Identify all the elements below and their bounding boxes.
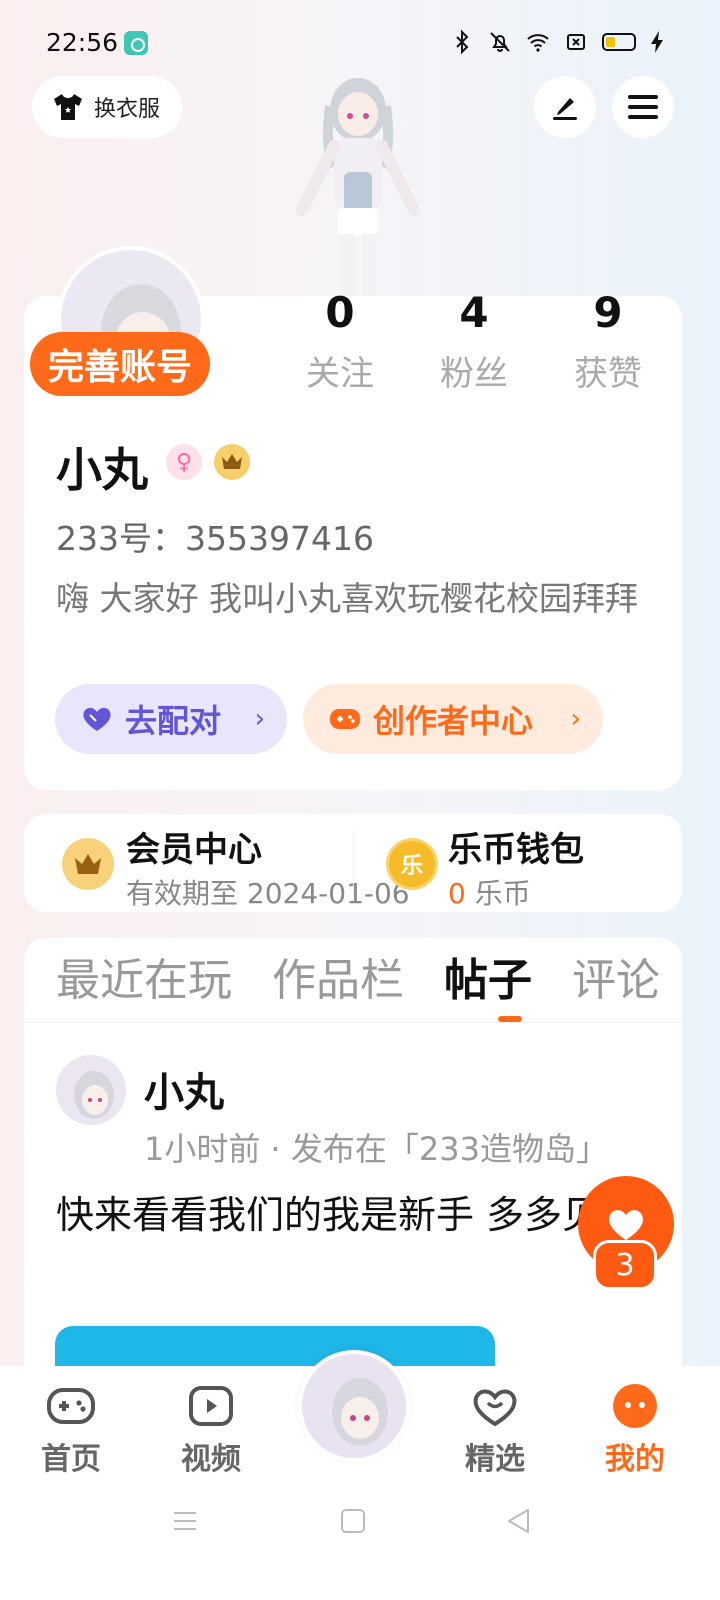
- go-match-label: 去配对: [125, 702, 222, 740]
- gamepad-icon: [45, 1380, 97, 1432]
- charging-icon: [651, 31, 663, 53]
- mute-icon: [490, 32, 510, 52]
- member-expiry: 有效期至 2024-01-06: [126, 877, 410, 910]
- account-id: 233号：355397416: [56, 519, 374, 558]
- likes-count: 9: [593, 288, 623, 337]
- nav-video-label: 视频: [181, 1442, 241, 1477]
- following-label: 关注: [306, 354, 374, 394]
- video-play-icon: [185, 1380, 237, 1432]
- avatar-portrait-image: [332, 1378, 388, 1446]
- app-notification-icon: [124, 31, 148, 55]
- heart-icon: [83, 707, 111, 731]
- following-count: 0: [325, 288, 355, 337]
- status-time: 22:56: [46, 28, 119, 57]
- creator-center-label: 创作者中心: [373, 702, 534, 740]
- followers-stat[interactable]: 4 粉丝: [414, 288, 534, 395]
- profile-tabs: 最近在玩 作品栏 帖子 评论: [56, 948, 682, 1018]
- heart-chat-icon: [469, 1380, 521, 1432]
- chevron-right-icon: ›: [570, 704, 581, 734]
- wallet-balance-value: 0: [448, 877, 466, 910]
- nav-home-label: 首页: [41, 1442, 101, 1477]
- complete-account-button[interactable]: 完善账号: [30, 332, 211, 396]
- likes-stat[interactable]: 9 获赞: [548, 288, 668, 395]
- wifi-icon: [527, 34, 549, 52]
- battery-icon: [602, 33, 636, 51]
- avatar-character-figure[interactable]: [278, 76, 438, 296]
- chevron-right-icon: ›: [254, 704, 265, 734]
- wallet-title[interactable]: 乐币钱包: [448, 822, 584, 871]
- post-author-avatar[interactable]: [56, 1055, 126, 1125]
- following-stat[interactable]: 0 关注: [280, 288, 400, 395]
- center-avatar-button[interactable]: [298, 1350, 410, 1462]
- username: 小丸: [56, 443, 148, 497]
- tab-works[interactable]: 作品栏: [272, 948, 404, 1018]
- system-home-icon[interactable]: [340, 1508, 366, 1534]
- divider: [353, 830, 354, 896]
- bio-text: 嗨 大家好 我叫小丸喜欢玩樱花校园拜拜: [56, 579, 638, 618]
- system-menu-icon[interactable]: [172, 1508, 198, 1534]
- edit-profile-button[interactable]: [534, 76, 596, 138]
- nav-home[interactable]: 首页: [26, 1380, 116, 1478]
- like-count-badge: 3: [593, 1240, 657, 1290]
- creator-center-button[interactable]: 创作者中心 ›: [303, 684, 603, 754]
- menu-button[interactable]: [612, 76, 674, 138]
- wallet-unit: 乐币: [474, 877, 531, 910]
- female-gender-icon: ♀: [166, 444, 202, 480]
- face-icon: [609, 1380, 661, 1432]
- post-author-name[interactable]: 小丸: [144, 1060, 224, 1118]
- tab-recently-played[interactable]: 最近在玩: [56, 948, 232, 1018]
- sim-icon: [567, 34, 585, 50]
- tshirt-icon: [54, 94, 82, 120]
- heart-icon: [609, 1210, 643, 1240]
- post-meta: 1小时前 · 发布在「233造物岛」: [144, 1130, 608, 1168]
- nav-me[interactable]: 我的: [590, 1380, 680, 1478]
- post-text[interactable]: 快来看看我们的我是新手 多多见谅: [56, 1188, 656, 1242]
- change-outfit-button[interactable]: 换衣服: [32, 76, 183, 138]
- followers-label: 粉丝: [440, 354, 508, 394]
- tab-comments[interactable]: 评论: [572, 948, 660, 1018]
- pen-icon: [553, 98, 577, 120]
- status-icons: [450, 30, 664, 54]
- member-center-title[interactable]: 会员中心: [126, 822, 262, 871]
- likes-label: 获赞: [574, 354, 642, 394]
- change-outfit-label: 换衣服: [94, 97, 161, 122]
- nav-video[interactable]: 视频: [166, 1380, 256, 1478]
- go-match-button[interactable]: 去配对 ›: [55, 684, 287, 754]
- gamepad-icon: [330, 709, 360, 729]
- vip-crown-icon[interactable]: [214, 444, 250, 480]
- nav-featured[interactable]: 精选: [450, 1380, 540, 1478]
- nav-featured-label: 精选: [465, 1442, 525, 1477]
- hamburger-menu-icon: [628, 95, 658, 119]
- member-crown-icon: [62, 838, 114, 890]
- tab-posts[interactable]: 帖子: [444, 948, 532, 1018]
- followers-count: 4: [459, 288, 489, 337]
- divider: [24, 1022, 682, 1023]
- wallet-balance: 0 乐币: [448, 872, 531, 912]
- system-back-icon[interactable]: [506, 1508, 532, 1534]
- nav-me-label: 我的: [605, 1442, 665, 1477]
- le-coin-icon: 乐: [386, 838, 438, 890]
- bluetooth-icon: [456, 30, 469, 54]
